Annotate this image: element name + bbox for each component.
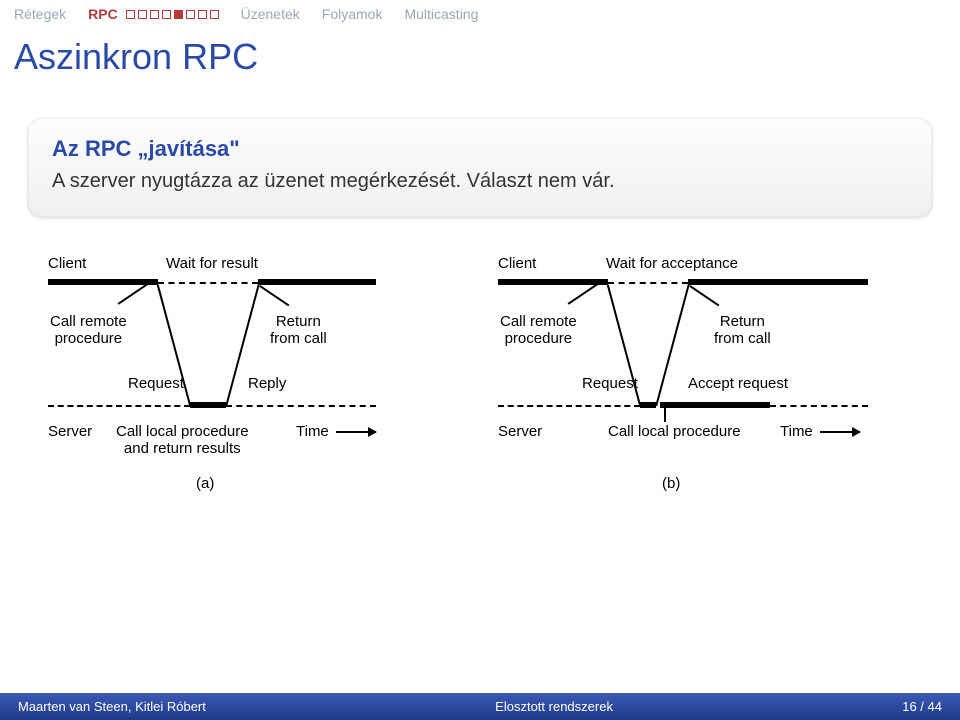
footer-authors: Maarten van Steen, Kitlei Róbert [18, 699, 206, 714]
right-return: Return from call [714, 313, 771, 348]
left-return: Return from call [270, 313, 327, 348]
progress-dots [126, 10, 219, 19]
left-client-bar-post [258, 279, 376, 285]
left-return-pointer [260, 285, 290, 306]
left-server-dash-post [226, 405, 376, 407]
tab-multicasting[interactable]: Multicasting [404, 6, 478, 22]
left-call-local-l1: Call local procedure [116, 423, 249, 440]
box-heading: Az RPC „javítása" [52, 136, 908, 162]
left-time-arrow [336, 431, 376, 433]
left-time-label: Time [296, 423, 329, 440]
right-accept-line [655, 284, 689, 406]
right-server-dash-post [770, 405, 868, 407]
left-return-l1: Return [276, 313, 321, 330]
right-call-remote: Call remote procedure [500, 313, 577, 348]
right-server-ack-bar [640, 402, 656, 408]
tab-folyamok[interactable]: Folyamok [322, 6, 383, 22]
right-server-proc-bar [660, 402, 770, 408]
left-call-local: Call local procedure and return results [116, 423, 249, 458]
tab-uzenetek[interactable]: Üzenetek [241, 6, 300, 22]
footer-center: Elosztott rendszerek [495, 699, 613, 714]
right-return-pointer [690, 285, 720, 306]
right-client-dash [608, 282, 688, 284]
left-server-label: Server [48, 423, 92, 440]
footer-page: 16 / 44 [902, 699, 942, 714]
right-call-remote-l2: procedure [505, 330, 573, 347]
footer: Maarten van Steen, Kitlei Róbert Eloszto… [0, 693, 960, 720]
right-server-dash-pre [498, 405, 640, 407]
left-client-bar-pre [48, 279, 158, 285]
tab-rpc[interactable]: RPC [88, 6, 218, 22]
right-call-remote-l1: Call remote [500, 313, 577, 330]
right-server-label: Server [498, 423, 542, 440]
right-client-bar-pre [498, 279, 608, 285]
left-call-remote: Call remote procedure [50, 313, 127, 348]
content-box: Az RPC „javítása" A szerver nyugtázza az… [28, 118, 932, 217]
right-accept-label: Accept request [688, 375, 788, 392]
box-body: A szerver nyugtázza az üzenet megérkezés… [52, 168, 908, 195]
left-server-bar [190, 402, 226, 408]
left-return-l2: from call [270, 330, 327, 347]
nav-tabs: Rétegek RPC Üzenetek Folyamok Multicasti… [0, 0, 960, 26]
left-call-remote-l2: procedure [55, 330, 123, 347]
left-client-label: Client [48, 255, 86, 272]
left-caption: (a) [196, 475, 214, 492]
right-return-l2: from call [714, 330, 771, 347]
right-client-bar-post [688, 279, 868, 285]
right-wait-label: Wait for acceptance [606, 255, 738, 272]
right-call-local: Call local procedure [608, 423, 741, 440]
right-time-arrow [820, 431, 860, 433]
left-server-dash-pre [48, 405, 190, 407]
right-time-label: Time [780, 423, 813, 440]
page-title: Aszinkron RPC [0, 26, 960, 98]
right-localproc-pointer [664, 408, 666, 422]
right-caption: (b) [662, 475, 680, 492]
left-call-local-l2: and return results [124, 440, 241, 457]
right-return-l1: Return [720, 313, 765, 330]
left-request-label: Request [128, 375, 184, 392]
tab-retegek[interactable]: Rétegek [14, 6, 66, 22]
right-client-label: Client [498, 255, 536, 272]
left-client-dash [158, 282, 258, 284]
left-call-remote-l1: Call remote [50, 313, 127, 330]
rpc-diagram: Client Wait for result Call remote proce… [48, 243, 912, 543]
right-request-label: Request [582, 375, 638, 392]
tab-rpc-label: RPC [88, 6, 118, 22]
left-reply-label: Reply [248, 375, 286, 392]
left-wait-label: Wait for result [166, 255, 258, 272]
